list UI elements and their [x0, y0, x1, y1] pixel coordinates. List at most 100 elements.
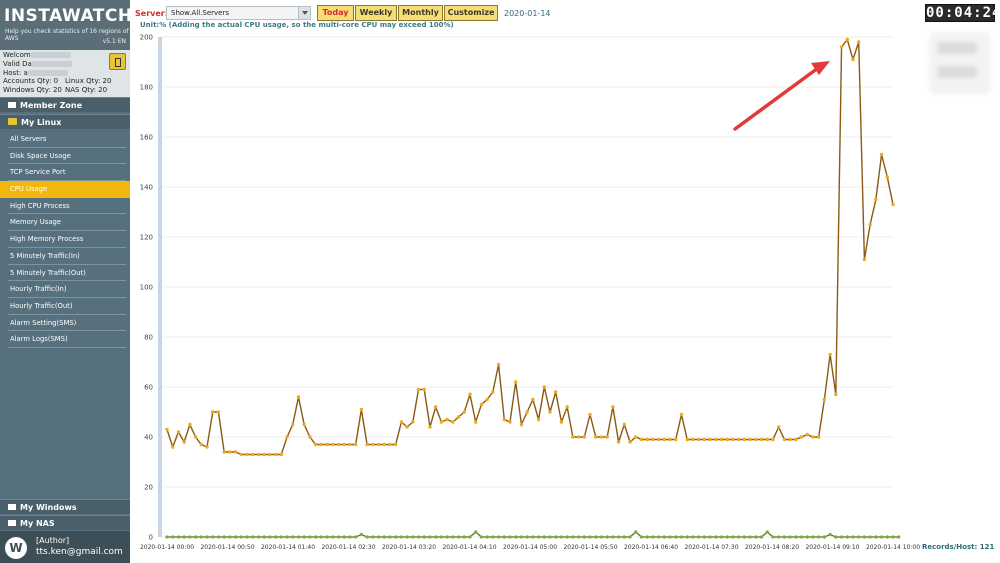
data-point — [736, 437, 741, 442]
data-point — [336, 442, 341, 447]
data-point — [508, 420, 512, 424]
data-point — [228, 450, 232, 454]
data-point-secondary — [394, 535, 398, 539]
data-point-secondary — [519, 535, 524, 539]
y-tick-label: 120 — [140, 234, 153, 242]
data-point-secondary — [199, 535, 203, 539]
data-point-secondary — [388, 535, 392, 539]
sidebar: INSTAWATCHER Help you check statistics o… — [0, 0, 158, 563]
data-point-secondary — [291, 535, 295, 539]
data-point-secondary — [399, 535, 403, 539]
data-point — [542, 385, 546, 389]
data-point-secondary — [468, 535, 472, 539]
data-point — [342, 442, 346, 447]
data-point-secondary — [811, 535, 815, 539]
data-point-secondary — [193, 535, 198, 539]
my-linux-header[interactable]: My Linux — [0, 114, 130, 129]
sidebar-item-alarm-logs-sms[interactable]: Alarm Logs(SMS) — [0, 331, 130, 348]
series-line-primary — [166, 37, 894, 456]
sidebar-item-hourly-traffic-out[interactable]: Hourly Traffic(Out) — [0, 298, 130, 315]
data-point — [708, 437, 712, 442]
sidebar-item-hourly-traffic-in[interactable]: Hourly Traffic(In) — [0, 281, 130, 298]
author-email[interactable]: tts.ken@gmail.com — [36, 547, 123, 557]
linux-qty: Linux Qty: 20 — [65, 77, 112, 86]
data-point — [473, 420, 478, 424]
today-button[interactable]: Today — [317, 5, 354, 21]
data-point-secondary — [782, 535, 786, 539]
data-point — [388, 442, 392, 447]
data-point-secondary — [314, 535, 318, 539]
data-point — [588, 412, 592, 417]
current-date: 2020-01-14 — [504, 9, 551, 18]
server-select[interactable]: Show.All.Servers — [166, 6, 311, 20]
sidebar-item-memory-usage[interactable]: Memory Usage — [0, 214, 130, 231]
data-point-secondary — [725, 535, 729, 539]
logout-button[interactable] — [109, 53, 126, 70]
data-point-secondary — [662, 535, 666, 539]
my-nas-header[interactable]: My NAS — [0, 515, 130, 530]
y-axis: 0 20 40 60 80 100 120 140 160 180 200 — [140, 34, 162, 542]
sidebar-item-disk-space-usage[interactable]: Disk Space Usage — [0, 148, 130, 165]
data-point — [496, 362, 501, 367]
data-point-secondary — [845, 535, 849, 539]
data-point — [645, 437, 649, 442]
data-point — [714, 437, 718, 442]
data-point — [765, 437, 769, 442]
data-point — [411, 420, 415, 424]
menu-icon — [8, 520, 16, 526]
data-point — [211, 410, 215, 414]
data-point — [788, 437, 792, 442]
menu-icon — [8, 102, 16, 108]
sidebar-item-high-cpu-process[interactable]: High CPU Process — [0, 198, 130, 215]
data-point-secondary — [759, 535, 764, 539]
data-point-secondary — [731, 535, 735, 539]
data-point-secondary — [439, 535, 443, 539]
monthly-button[interactable]: Monthly — [398, 5, 443, 21]
redacted-blur — [27, 69, 68, 76]
data-point — [811, 435, 815, 439]
data-point-secondary — [697, 535, 701, 539]
data-point — [748, 437, 752, 442]
data-point — [857, 40, 861, 44]
data-point — [188, 422, 192, 427]
records-per-host: Records/Host: 121 — [922, 543, 995, 551]
data-point — [485, 397, 489, 402]
x-tick-label: 2020-01-14 06:40 — [624, 544, 678, 551]
y-tick-label: 140 — [140, 184, 153, 192]
data-point — [199, 442, 203, 447]
data-point-secondary — [354, 535, 358, 539]
data-point-secondary — [668, 535, 672, 539]
data-point — [193, 435, 198, 439]
weekly-button[interactable]: Weekly — [355, 5, 397, 21]
data-point-secondary — [308, 535, 312, 539]
sidebar-item-tcp-service-port[interactable]: TCP Service Port — [0, 164, 130, 181]
data-point — [519, 422, 524, 427]
customize-button[interactable]: Customize — [444, 5, 498, 21]
my-windows-header[interactable]: My Windows — [0, 499, 130, 514]
sidebar-item-5-minutely-traffic-in[interactable]: 5 Minutely Traffic(In) — [0, 248, 130, 265]
data-point-secondary — [794, 535, 798, 539]
data-point-secondary — [691, 535, 695, 539]
data-point-secondary — [788, 535, 792, 539]
member-zone-header[interactable]: Member Zone — [0, 97, 130, 112]
data-point — [628, 440, 632, 444]
x-tick-label: 2020-01-14 10:00 — [866, 544, 920, 551]
data-point-secondary — [365, 535, 369, 539]
sidebar-item-high-memory-process[interactable]: High Memory Process — [0, 231, 130, 248]
sidebar-item-cpu-usage[interactable]: CPU Usage — [0, 181, 130, 198]
data-point — [262, 452, 266, 457]
data-point — [599, 435, 604, 439]
data-point-secondary — [868, 535, 872, 539]
data-point-secondary — [851, 535, 855, 539]
data-point — [416, 387, 421, 392]
data-point-secondary — [451, 535, 455, 539]
data-point — [445, 417, 449, 422]
data-point-secondary — [251, 535, 255, 539]
sidebar-item-all-servers[interactable]: All Servers — [0, 131, 130, 148]
data-point-secondary — [719, 535, 724, 539]
data-point-secondary — [245, 535, 249, 539]
sidebar-item-5-minutely-traffic-out[interactable]: 5 Minutely Traffic(Out) — [0, 265, 130, 282]
data-point — [554, 390, 558, 394]
data-point-secondary — [702, 535, 706, 539]
sidebar-item-alarm-setting-sms[interactable]: Alarm Setting(SMS) — [0, 315, 130, 332]
